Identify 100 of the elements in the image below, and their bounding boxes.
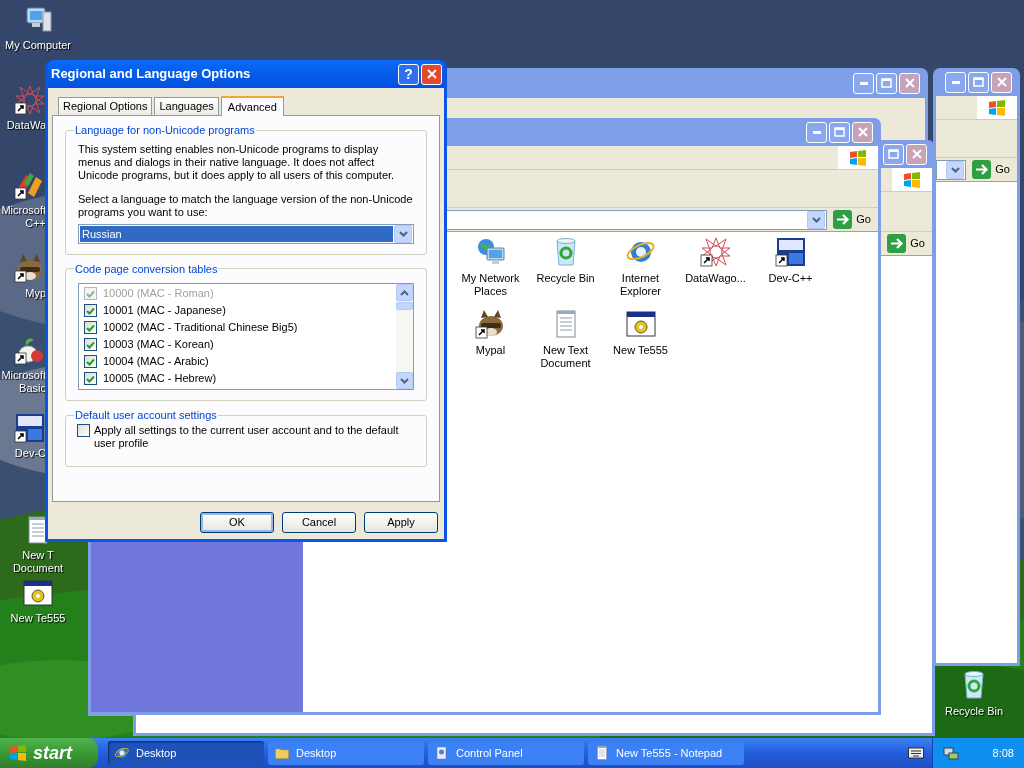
group-title: Language for non-Unicode programs — [74, 123, 256, 138]
address-field[interactable] — [936, 159, 967, 180]
dialog-button[interactable]: Apply — [364, 512, 438, 533]
minimize-button[interactable] — [806, 121, 827, 143]
go-button[interactable]: Go — [969, 158, 1013, 181]
checkbox-label[interactable]: Apply all settings to the current user account and to the default user profile — [94, 423, 414, 450]
network-tray-icon[interactable] — [943, 745, 959, 761]
icon-label[interactable]: Recycle Bin — [944, 703, 1004, 720]
code-page-label[interactable]: 10002 (MAC - Traditional Chinese Big5) — [103, 319, 298, 336]
dropdown-button[interactable] — [807, 210, 826, 229]
close-button[interactable] — [852, 121, 873, 143]
icon-label[interactable]: DataWa — [0, 119, 46, 132]
minimize-button[interactable] — [853, 72, 874, 94]
dropdown-button[interactable] — [946, 160, 965, 179]
close-button[interactable] — [421, 63, 442, 85]
checkbox[interactable] — [84, 321, 97, 334]
notepad-icon[interactable] — [594, 745, 610, 761]
language-dropdown[interactable]: Russian — [78, 223, 414, 244]
checkbox[interactable] — [77, 423, 90, 437]
starburst-icon[interactable] — [14, 84, 46, 116]
icon-label[interactable]: New T Document — [0, 549, 76, 575]
icon-label[interactable]: Recycle Bin — [528, 272, 603, 285]
dialog-button[interactable]: OK — [200, 512, 274, 533]
scroll-down-button[interactable] — [396, 372, 413, 389]
checkbox[interactable] — [84, 372, 97, 385]
maximize-icon — [834, 127, 845, 137]
close-button[interactable] — [906, 143, 927, 165]
icon-label[interactable]: Mypal — [453, 344, 528, 357]
scroll-thumb[interactable] — [396, 302, 413, 310]
icon-label[interactable]: DataWago... — [678, 272, 753, 285]
taskbar-button[interactable]: Control Panel — [428, 741, 584, 765]
tab[interactable]: Advanced — [220, 96, 284, 116]
close-icon — [426, 69, 437, 79]
icon-label[interactable]: New Te555 — [603, 344, 678, 357]
dev-tile-icon[interactable] — [14, 412, 46, 444]
close-button[interactable] — [991, 71, 1012, 93]
dev-tile-icon[interactable] — [774, 236, 807, 268]
checkbox[interactable] — [84, 338, 97, 351]
icon-label[interactable]: Internet Explorer — [603, 272, 678, 298]
minimize-icon — [951, 80, 960, 84]
icon-label[interactable]: New Te555 — [0, 612, 76, 625]
close-button[interactable] — [899, 72, 920, 94]
gear-window-icon[interactable] — [624, 308, 657, 340]
icon-label[interactable]: Myp — [0, 287, 46, 300]
gear-window-icon[interactable] — [22, 577, 54, 609]
icon-label[interactable]: My Network Places — [453, 272, 528, 298]
taskbar-button[interactable]: New Te555 - Notepad — [588, 741, 744, 765]
group-title: Code page conversion tables — [74, 261, 219, 277]
prompt-text: Select a language to match the language version of the non-Unicode programs you want to use: — [78, 192, 414, 219]
window-title: Regional and Language Options — [51, 65, 251, 84]
code-page-label[interactable]: 10001 (MAC - Japanese) — [103, 302, 226, 319]
code-page-label[interactable]: 10004 (MAC - Arabic) — [103, 353, 209, 370]
maximize-button[interactable] — [883, 143, 904, 165]
taskbar-button[interactable]: Desktop — [108, 741, 264, 765]
tab[interactable]: Languages — [154, 97, 219, 115]
maximize-icon — [888, 149, 899, 159]
maximize-button[interactable] — [968, 71, 989, 93]
minimize-icon — [812, 130, 821, 134]
icon-label[interactable]: Microsoft Basic — [0, 369, 46, 395]
minimize-button[interactable] — [945, 71, 966, 93]
maximize-icon — [973, 77, 984, 87]
close-icon — [996, 77, 1007, 87]
icon-label[interactable]: My Computer — [0, 39, 76, 52]
checkbox[interactable] — [84, 304, 97, 317]
code-page-label[interactable]: 10003 (MAC - Korean) — [103, 336, 214, 353]
selected-language: Russian — [80, 225, 393, 242]
arrow-icon — [833, 210, 853, 229]
help-button[interactable]: ? — [398, 63, 419, 85]
checkbox[interactable] — [84, 355, 97, 368]
chevron-down-icon — [400, 377, 409, 384]
close-icon — [857, 127, 868, 137]
close-icon — [911, 149, 922, 159]
description-text: This system setting enables non-Unicode programs to display menus and dialogs in their native language. It does not affect Unicode programs, but it does apply to all users of this computer. — [78, 142, 396, 182]
maximize-button[interactable] — [876, 72, 897, 94]
icon-label[interactable]: Microsoft C++ — [0, 204, 46, 230]
chevron-up-icon — [400, 289, 409, 296]
scroll-up-button[interactable] — [396, 284, 413, 301]
arrow-icon — [972, 160, 992, 179]
go-button[interactable]: Go — [884, 232, 928, 255]
control-panel-icon[interactable] — [434, 745, 450, 761]
chevron-down-icon — [950, 166, 960, 173]
start-button[interactable]: start — [0, 738, 98, 768]
dialog-button[interactable]: Cancel — [282, 512, 356, 533]
minimize-icon — [859, 81, 868, 85]
maximize-button[interactable] — [829, 121, 850, 143]
four-color-flag-icon — [987, 97, 1007, 118]
code-page-label[interactable]: 10005 (MAC - Hebrew) — [103, 370, 217, 387]
clock: 8:08 — [992, 745, 1014, 761]
icon-label[interactable]: Dev-C — [0, 447, 46, 460]
icon-label[interactable]: Dev-C++ — [753, 272, 828, 285]
tab[interactable]: Regional Options — [58, 97, 153, 115]
icon-label[interactable]: New Text Document — [528, 344, 603, 370]
four-color-flag-icon — [8, 743, 28, 763]
go-button[interactable]: Go — [830, 208, 874, 231]
starburst-icon[interactable] — [699, 236, 732, 268]
keyboard-icon[interactable] — [908, 747, 924, 759]
orb-icon[interactable] — [114, 745, 130, 761]
taskbar-button[interactable]: Desktop — [268, 741, 424, 765]
close-icon — [904, 78, 915, 88]
dropdown-button[interactable] — [394, 224, 412, 243]
